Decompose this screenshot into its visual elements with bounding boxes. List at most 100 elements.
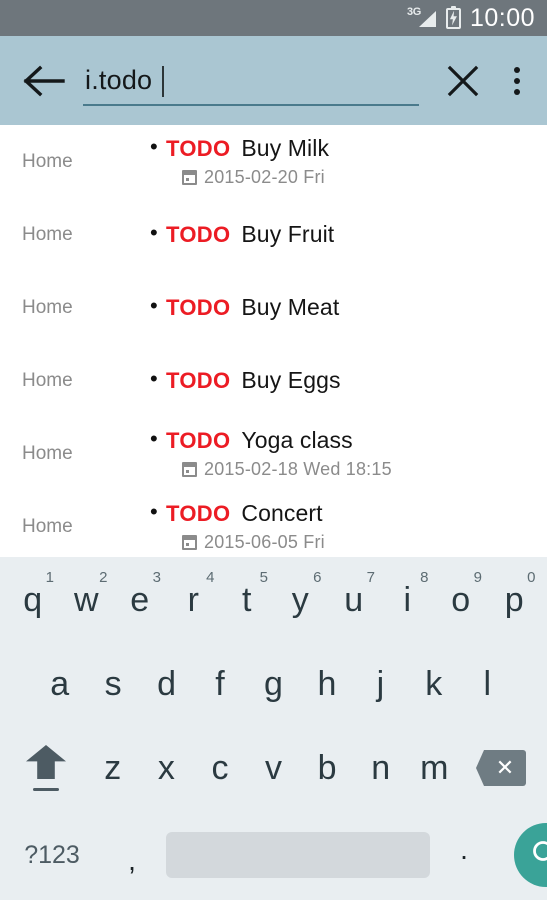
- bullet-icon: •: [150, 220, 158, 245]
- key-l[interactable]: l: [461, 642, 514, 726]
- todo-keyword-badge: TODO: [166, 295, 231, 320]
- list-item-title-line: • TODO Buy Milk: [150, 135, 537, 162]
- key-k[interactable]: k: [407, 642, 460, 726]
- clear-search-button[interactable]: [435, 50, 491, 112]
- more-vert-icon: [514, 66, 520, 73]
- list-item-title: Buy Milk: [241, 135, 330, 161]
- list-item-title-line: • TODO Yoga class: [150, 427, 537, 454]
- key-e-number-hint: 3: [152, 569, 161, 586]
- key-u[interactable]: 7u: [327, 557, 381, 642]
- key-o-label: o: [451, 580, 471, 619]
- list-item[interactable]: Home • TODO Buy Eggs: [0, 344, 547, 417]
- key-v[interactable]: v: [247, 726, 301, 810]
- comma-key[interactable]: ,: [98, 810, 166, 900]
- close-icon: [447, 65, 479, 96]
- keyboard-row-4: ?123 , .: [0, 810, 547, 900]
- battery-charging-icon: [445, 5, 461, 29]
- key-u-number-hint: 7: [366, 569, 375, 586]
- shift-underline: [33, 788, 59, 791]
- key-j-label: j: [376, 665, 385, 703]
- key-e[interactable]: 3e: [113, 557, 167, 642]
- todo-keyword-badge: TODO: [166, 222, 231, 247]
- search-toolbar: i.todo: [0, 36, 547, 125]
- list-item-date-line: 2015-02-20 Fri: [150, 167, 537, 188]
- backspace-key[interactable]: ✕: [461, 726, 541, 810]
- key-x[interactable]: x: [140, 726, 194, 810]
- key-n-label: n: [371, 749, 391, 787]
- key-g[interactable]: g: [247, 642, 300, 726]
- key-j[interactable]: j: [354, 642, 407, 726]
- key-h-label: h: [317, 665, 337, 703]
- list-item-body: • TODO Buy Eggs: [150, 367, 547, 394]
- bullet-icon: •: [150, 293, 158, 318]
- list-item-title-line: • TODO Buy Eggs: [150, 367, 537, 394]
- key-d-label: d: [157, 665, 177, 703]
- period-key[interactable]: .: [430, 810, 498, 900]
- space-key[interactable]: [166, 810, 430, 900]
- key-a[interactable]: a: [33, 642, 86, 726]
- search-input[interactable]: i.todo: [83, 50, 431, 112]
- key-s[interactable]: s: [86, 642, 139, 726]
- signal-triangle: [418, 11, 436, 27]
- more-vert-dot: [514, 88, 520, 95]
- key-w[interactable]: 2w: [60, 557, 114, 642]
- key-y-label: y: [291, 580, 309, 619]
- list-item[interactable]: Home • TODO Buy Milk 2015-02-20 Fri: [0, 125, 547, 198]
- list-item-body: • TODO Yoga class 2015-02-18 Wed 18:15: [150, 427, 547, 480]
- overflow-menu-button[interactable]: [491, 50, 543, 112]
- list-item-date: 2015-02-20 Fri: [204, 167, 325, 187]
- key-n[interactable]: n: [354, 726, 408, 810]
- search-results-list[interactable]: Home • TODO Buy Milk 2015-02-20 Fri Home • TODO…: [0, 125, 547, 557]
- key-o[interactable]: 9o: [434, 557, 488, 642]
- list-item[interactable]: Home • TODO Concert 2015-06-05 Fri: [0, 490, 547, 557]
- key-g-label: g: [264, 665, 283, 703]
- key-r[interactable]: 4r: [167, 557, 221, 642]
- list-item-title: Buy Fruit: [241, 221, 335, 247]
- list-item-date-line: 2015-02-18 Wed 18:15: [150, 459, 537, 480]
- keyboard-row-2: asdf gh j k l: [0, 642, 547, 726]
- list-item[interactable]: Home • TODO Yoga class 2015-02-18 Wed 18:15: [0, 417, 547, 490]
- backspace-icon: ✕: [476, 750, 526, 786]
- list-item-title: Buy Eggs: [241, 367, 341, 393]
- key-q[interactable]: 1q: [6, 557, 60, 642]
- keyboard-row-1: 1q2w3e4r5t6y7u8i9o0p: [0, 557, 547, 642]
- shift-icon: [26, 745, 66, 791]
- search-action-key[interactable]: [498, 810, 547, 900]
- key-c[interactable]: c: [193, 726, 247, 810]
- key-i[interactable]: 8i: [381, 557, 435, 642]
- list-item[interactable]: Home • TODO Buy Meat: [0, 271, 547, 344]
- arrow-back-icon: [23, 65, 65, 96]
- list-item-folder: Home: [22, 442, 73, 464]
- key-f[interactable]: f: [193, 642, 246, 726]
- key-b[interactable]: b: [300, 726, 354, 810]
- key-p[interactable]: 0p: [488, 557, 542, 642]
- list-item-folder: Home: [22, 296, 73, 318]
- key-u-label: u: [344, 580, 364, 619]
- key-d[interactable]: d: [140, 642, 193, 726]
- key-b-label: b: [317, 749, 337, 787]
- phone-screen: 3G 10:00 i.todo Home • TODO Buy Milk 201…: [0, 0, 547, 900]
- list-item-title-line: • TODO Buy Meat: [150, 294, 537, 321]
- key-p-number-hint: 0: [527, 569, 536, 586]
- bullet-icon: •: [150, 426, 158, 451]
- key-z[interactable]: z: [86, 726, 140, 810]
- key-y[interactable]: 6y: [274, 557, 328, 642]
- list-item-folder: Home: [22, 515, 73, 537]
- list-item[interactable]: Home • TODO Buy Fruit: [0, 198, 547, 271]
- search-key-circle: [514, 823, 547, 887]
- todo-keyword-badge: TODO: [166, 501, 231, 526]
- shift-key[interactable]: [6, 726, 86, 810]
- key-q-number-hint: 1: [45, 569, 54, 586]
- list-item-date: 2015-02-18 Wed 18:15: [204, 459, 392, 479]
- back-button[interactable]: [13, 50, 75, 112]
- list-item-body: • TODO Buy Meat: [150, 294, 547, 321]
- key-p-label: p: [504, 580, 524, 619]
- list-item-title-line: • TODO Buy Fruit: [150, 221, 537, 248]
- key-m[interactable]: m: [407, 726, 461, 810]
- key-f-label: f: [215, 665, 225, 703]
- key-t[interactable]: 5t: [220, 557, 274, 642]
- symbols-key[interactable]: ?123: [6, 810, 98, 900]
- comma-key-label: ,: [128, 845, 136, 876]
- key-h[interactable]: h: [300, 642, 353, 726]
- key-k-label: k: [425, 665, 443, 703]
